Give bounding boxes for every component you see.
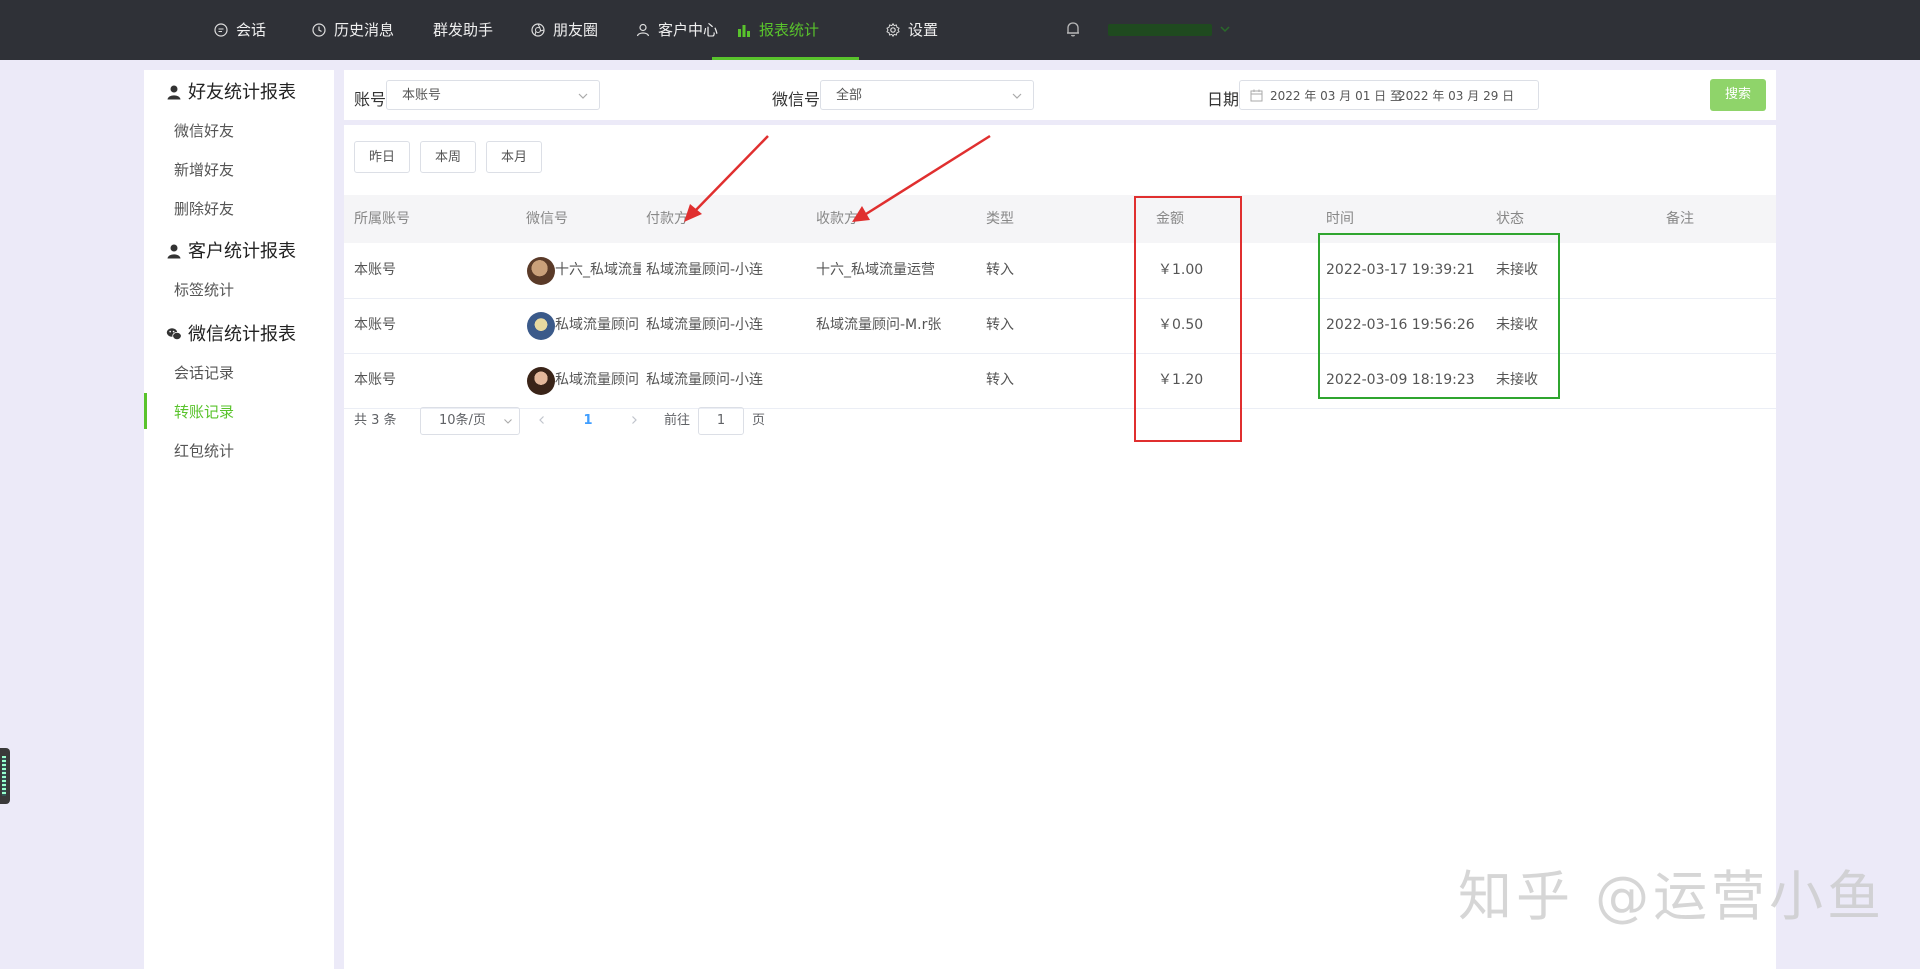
annotation-arrows <box>684 134 991 222</box>
side-edge-widget[interactable] <box>0 748 10 804</box>
red-arrow-payee <box>852 134 991 222</box>
watermark-text: 知乎 @运营小鱼 <box>1458 865 1886 928</box>
red-arrow-payer <box>684 135 769 222</box>
